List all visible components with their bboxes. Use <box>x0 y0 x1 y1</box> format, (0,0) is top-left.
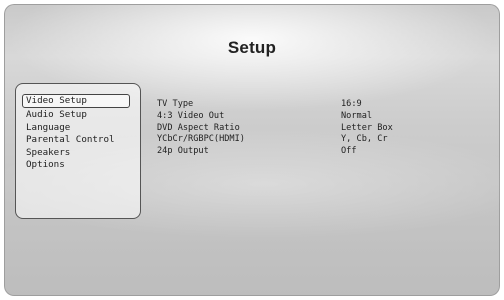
setting-label: YCbCr/RGBPC(HDMI) <box>157 134 245 145</box>
setting-row-video-out[interactable]: 4:3 Video Out Normal <box>157 111 457 123</box>
page-title: Setup <box>227 38 277 57</box>
setting-row-tv-type[interactable]: TV Type 16:9 <box>157 99 457 111</box>
setting-label: 24p Output <box>157 146 209 157</box>
setting-label: TV Type <box>157 99 194 109</box>
setup-menu-panel: Video Setup Audio Setup Language Parenta… <box>15 83 141 219</box>
setup-menu-list: Video Setup Audio Setup Language Parenta… <box>22 94 130 171</box>
setting-value: Y, Cb, Cr <box>341 134 388 145</box>
setup-screen: Setup Video Setup Audio Setup Language P… <box>4 4 500 296</box>
menu-item-language[interactable]: Language <box>23 122 130 134</box>
setting-label: 4:3 Video Out <box>157 110 225 121</box>
setting-value: 16:9 <box>341 99 362 109</box>
menu-item-speakers[interactable]: Speakers <box>23 147 130 159</box>
setting-row-aspect-ratio[interactable]: DVD Aspect Ratio Letter Box <box>157 123 457 135</box>
setting-row-24p-output[interactable]: 24p Output Off <box>157 146 457 158</box>
setting-value: Letter Box <box>341 122 393 133</box>
menu-item-options[interactable]: Options <box>23 159 130 171</box>
menu-item-audio-setup[interactable]: Audio Setup <box>23 109 130 121</box>
setting-row-color-space[interactable]: YCbCr/RGBPC(HDMI) Y, Cb, Cr <box>157 134 457 146</box>
setting-value: Normal <box>341 110 373 121</box>
setting-value: Off <box>341 146 357 157</box>
menu-item-video-setup[interactable]: Video Setup <box>22 94 130 109</box>
setting-label: DVD Aspect Ratio <box>157 122 240 133</box>
video-settings-list: TV Type 16:9 4:3 Video Out Normal DVD As… <box>157 99 457 158</box>
menu-item-parental-control[interactable]: Parental Control <box>23 134 130 146</box>
